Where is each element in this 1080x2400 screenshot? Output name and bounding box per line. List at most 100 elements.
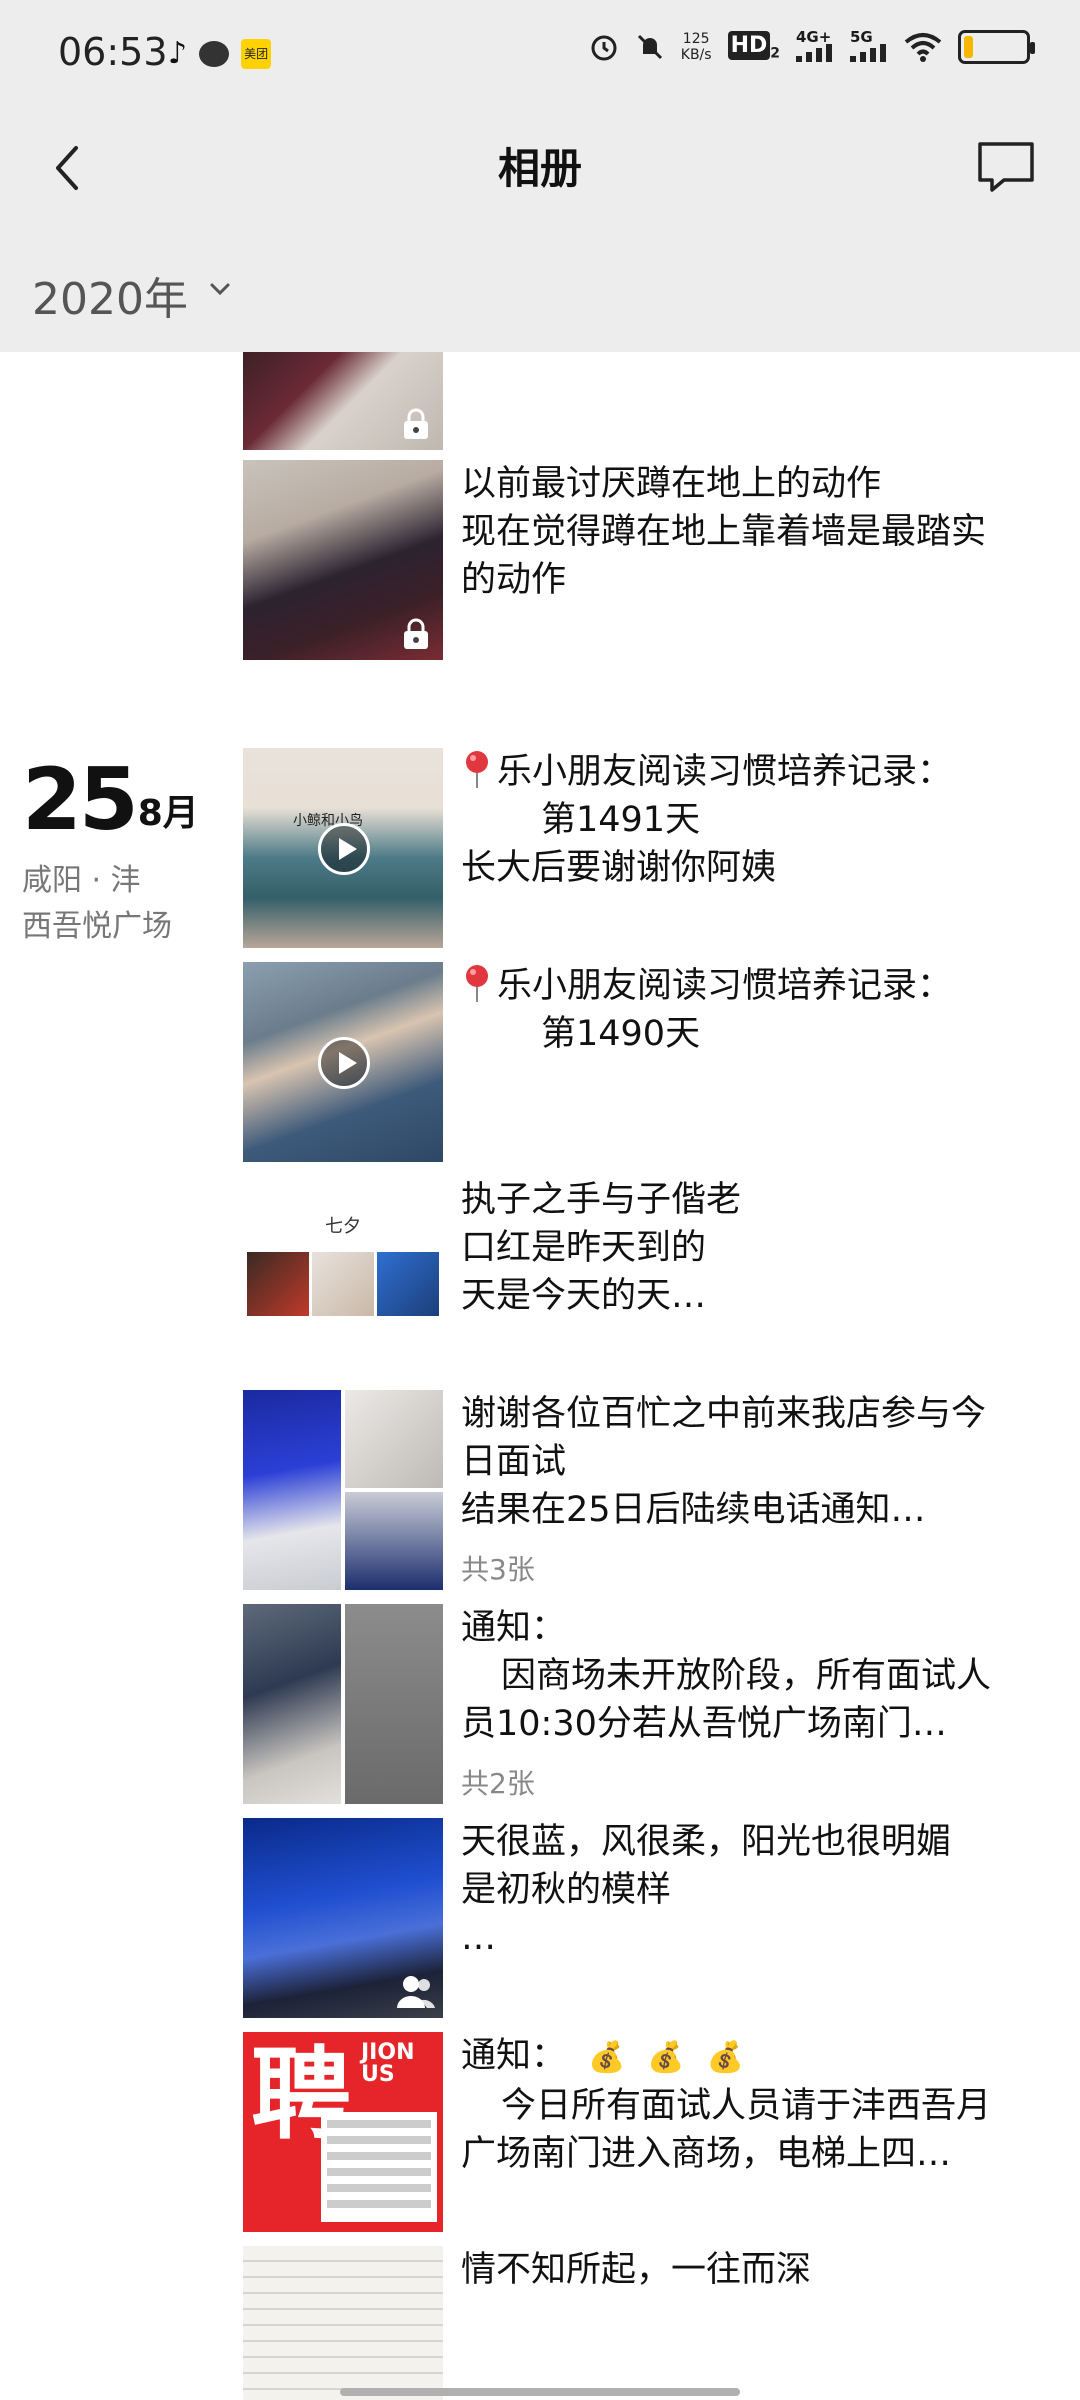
network-5g-label: 5G	[850, 28, 873, 46]
entry-line-text: 乐小朋友阅读习惯培养记录：	[497, 752, 953, 792]
chevron-down-icon[interactable]	[208, 277, 232, 301]
money-bag-icon: 💰	[588, 2040, 626, 2075]
entry-text: 通知： 💰 💰 💰 今日所有面试人员请于沣西吾月 广场南门进入商场，电梯上四…	[461, 2032, 1043, 2178]
entry-line: 是初秋的模样	[461, 1870, 672, 1910]
signal-4g-icon: 4G+	[796, 30, 834, 64]
status-bar: 06:53 ♪ 美团 125 KB/s HD 2 4G+ 5G	[0, 0, 1080, 110]
entry-line: 乐小朋友阅读习惯培养记录：	[461, 748, 1043, 796]
entry-text: 天很蓝，风很柔，阳光也很明媚 是初秋的模样 …	[461, 1818, 1043, 1962]
lock-icon	[404, 408, 428, 439]
entry-thumbnail[interactable]	[243, 352, 443, 450]
entry-thumbnail[interactable]	[243, 1818, 443, 2018]
entry-line: 通知：	[461, 1608, 567, 1648]
hd-label: HD	[727, 30, 771, 60]
entry-thumbnail[interactable]	[243, 460, 443, 660]
date-month: 8月	[137, 793, 199, 834]
entry-line: 通知： 💰 💰 💰	[461, 2032, 1043, 2082]
date-group: 258月 咸阳 · 沣 西吾悦广场	[22, 750, 222, 950]
entry-text: 以前最讨厌蹲在地上的动作 现在觉得蹲在地上靠着墙是最踏实 的动作	[461, 460, 1043, 604]
entry-thumbnail[interactable]	[243, 1604, 443, 1804]
year-filter-bar[interactable]: 2020年	[0, 225, 1080, 352]
entry-line: …	[461, 1918, 496, 1958]
album-entry[interactable]	[243, 352, 1043, 450]
entry-line-text: 乐小朋友阅读习惯培养记录：	[497, 966, 953, 1006]
album-entry[interactable]: 天很蓝，风很柔，阳光也很明媚 是初秋的模样 …	[243, 1818, 1043, 2018]
entry-line: 以前最讨厌蹲在地上的动作	[461, 464, 882, 504]
entry-line: 广场南门进入商场，电梯上四…	[461, 2134, 952, 2174]
entry-line-text: 通知：	[461, 2036, 567, 2076]
entry-thumbnail[interactable]: 七夕	[243, 1176, 443, 1376]
entry-line: 现在觉得蹲在地上靠着墙是最踏实	[461, 512, 987, 552]
album-entry[interactable]: 谢谢各位百忙之中前来我店参与今 日面试 结果在25日后陆续电话通知… 共3张	[243, 1390, 1043, 1590]
entry-thumbnail[interactable]: 小鲸和小鸟	[243, 748, 443, 948]
net-speed-unit: KB/s	[680, 47, 712, 63]
play-icon[interactable]	[318, 823, 370, 875]
album-entry[interactable]: 小鲸和小鸟 乐小朋友阅读习惯培养记录： 第1491天 长大后要谢谢你阿姨	[243, 748, 1043, 948]
location-line: 西吾悦广场	[22, 909, 172, 944]
entry-line: 天很蓝，风很柔，阳光也很明媚	[461, 1822, 952, 1862]
money-bag-icon: 💰	[706, 2040, 745, 2075]
status-right-icons: 125 KB/s HD 2 4G+ 5G	[589, 30, 1035, 64]
entry-line: 第1490天	[541, 1014, 701, 1054]
entry-line: 乐小朋友阅读习惯培养记录：	[461, 962, 1043, 1010]
qixi-photo-strip	[247, 1252, 439, 1316]
album-entry[interactable]: 聘 JIONUS 通知： 💰 💰 💰 今日所有面试人员请于沣西吾月 广场南门进入商场，…	[243, 2032, 1043, 2232]
entry-line: 今日所有面试人员请于沣西吾月	[501, 2086, 992, 2126]
entry-thumbnail[interactable]	[243, 2246, 443, 2400]
entry-line: 结果在25日后陆续电话通知…	[461, 1490, 926, 1530]
entry-line: 口红是昨天到的	[461, 1228, 707, 1268]
entry-thumbnail[interactable]	[243, 962, 443, 1162]
album-entry[interactable]: 七夕 执子之手与子偕老 口红是昨天到的 天是今天的天…	[243, 1176, 1043, 1376]
photo-count: 共3张	[461, 1553, 535, 1586]
signal-5g-icon: 5G	[850, 30, 888, 64]
net-speed: 125 KB/s	[681, 31, 712, 63]
shared-people-icon	[397, 1976, 435, 2008]
year-label[interactable]: 2020年	[32, 263, 188, 327]
alarm-icon	[591, 35, 617, 61]
entry-line: 情不知所起，一往而深	[461, 2250, 812, 2290]
meituan-icon: 美团	[241, 38, 272, 69]
status-app-icons: ♪ 美团	[168, 36, 272, 71]
lock-icon	[404, 618, 428, 649]
entry-text: 通知： 因商场未开放阶段，所有面试人 员10:30分若从吾悦广场南门… 共2张	[461, 1604, 1043, 1808]
entry-thumbnail[interactable]: 聘 JIONUS	[243, 2032, 443, 2232]
photo-count: 共2张	[461, 1767, 535, 1800]
red-pin-icon	[466, 965, 488, 1002]
entry-text: 乐小朋友阅读习惯培养记录： 第1490天	[461, 962, 1043, 1058]
nav-bar: 相册	[0, 110, 1080, 225]
entry-line: 第1491天	[541, 800, 701, 840]
entry-line: 长大后要谢谢你阿姨	[461, 848, 777, 888]
entry-line: 天是今天的天…	[461, 1276, 707, 1316]
entry-line: 日面试	[461, 1442, 567, 1482]
red-pin-icon	[466, 751, 488, 788]
entry-line: 因商场未开放阶段，所有面试人	[501, 1656, 992, 1696]
network-4g-label: 4G+	[796, 28, 832, 46]
tiktok-icon: ♪	[168, 36, 188, 71]
album-entry[interactable]: 以前最讨厌蹲在地上的动作 现在觉得蹲在地上靠着墙是最踏实 的动作	[243, 460, 1043, 660]
net-speed-value: 125	[682, 31, 710, 47]
qixi-title: 七夕	[325, 1216, 361, 1237]
album-entry[interactable]: 情不知所起，一往而深	[243, 2246, 1043, 2400]
entry-text: 执子之手与子偕老 口红是昨天到的 天是今天的天…	[461, 1176, 1043, 1320]
home-indicator[interactable]	[340, 2388, 740, 2396]
album-feed[interactable]: 以前最讨厌蹲在地上的动作 现在觉得蹲在地上靠着墙是最踏实 的动作 258月 咸阳…	[0, 352, 1080, 2400]
date-day: 25	[22, 750, 139, 850]
entry-line: 的动作	[461, 560, 567, 600]
wifi-icon	[904, 33, 942, 62]
chat-icon[interactable]	[974, 134, 1038, 198]
entry-text: 情不知所起，一往而深	[461, 2246, 1043, 2294]
album-entry[interactable]: 通知： 因商场未开放阶段，所有面试人 员10:30分若从吾悦广场南门… 共2张	[243, 1604, 1043, 1804]
hd-sub: 2	[770, 45, 780, 62]
recruit-card	[321, 2112, 437, 2222]
message-icon	[199, 40, 230, 67]
battery-fill	[964, 36, 973, 58]
album-entry[interactable]: 乐小朋友阅读习惯培养记录： 第1490天	[243, 962, 1043, 1162]
entry-text: 乐小朋友阅读习惯培养记录： 第1491天 长大后要谢谢你阿姨	[461, 748, 1043, 892]
entry-thumbnail[interactable]	[243, 1390, 443, 1590]
recruit-join: JIONUS	[361, 2040, 415, 2087]
location-line: 咸阳 · 沣	[22, 863, 141, 898]
battery-icon	[958, 30, 1035, 64]
play-icon[interactable]	[318, 1037, 370, 1089]
entry-text: 谢谢各位百忙之中前来我店参与今 日面试 结果在25日后陆续电话通知… 共3张	[461, 1390, 1043, 1594]
entry-line: 员10:30分若从吾悦广场南门…	[461, 1704, 947, 1744]
